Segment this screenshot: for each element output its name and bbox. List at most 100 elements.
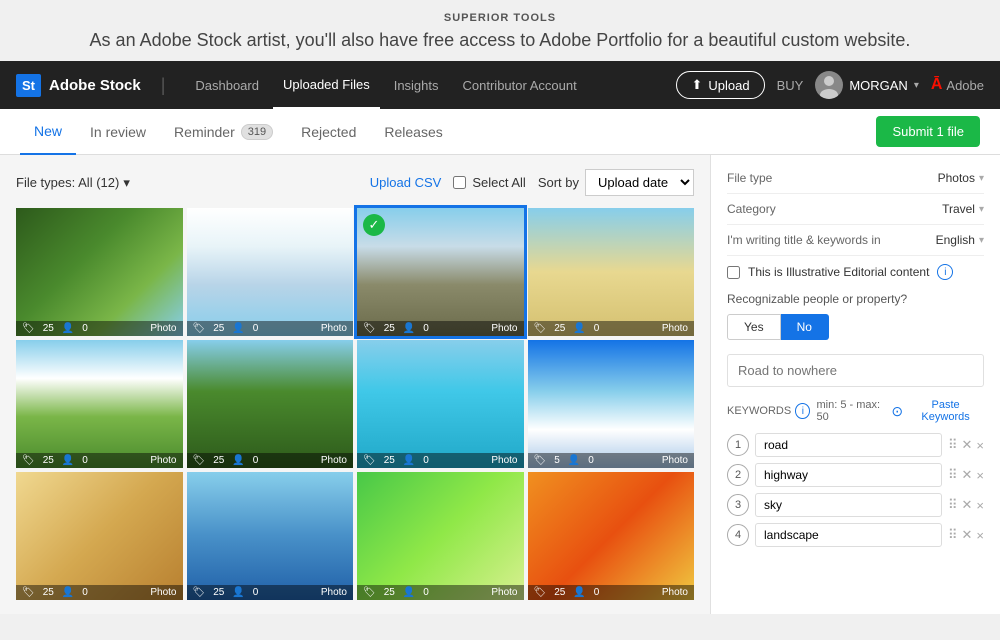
user-area[interactable]: MORGAN ▾ <box>815 71 919 99</box>
keyword-number: 3 <box>727 494 749 516</box>
image-cell[interactable]: 🏷 25 👤 0 Photo <box>187 340 354 468</box>
tag-icon: 🏷 <box>193 587 206 598</box>
title-input[interactable] <box>727 354 984 387</box>
delete-icon[interactable]: × <box>976 498 984 513</box>
paste-icon: ⊙ <box>891 403 903 420</box>
header: St Adobe Stock | Dashboard Uploaded File… <box>0 61 1000 109</box>
left-panel: File types: All (12) ▾ Upload CSV Select… <box>0 155 710 614</box>
tag-icon: 🏷 <box>363 587 376 598</box>
tab-releases[interactable]: Releases <box>370 109 456 155</box>
keyword-actions: ⠿ ✕ × <box>948 497 984 513</box>
upload-csv-link[interactable]: Upload CSV <box>370 175 442 190</box>
file-type-label: File type <box>727 171 772 185</box>
edit-icon[interactable]: ✕ <box>962 527 973 543</box>
people-icon: 👤 <box>232 587 244 598</box>
language-value[interactable]: English ▾ <box>936 233 984 247</box>
people-icon: 👤 <box>62 587 74 598</box>
edit-icon[interactable]: ✕ <box>962 437 973 453</box>
select-all-checkbox[interactable] <box>453 176 466 189</box>
sort-area: Sort by Upload date <box>538 169 694 196</box>
keyword-input-3[interactable] <box>755 493 942 517</box>
image-cell[interactable]: 🏷 25 👤 0 Photo <box>16 340 183 468</box>
tab-rejected[interactable]: Rejected <box>287 109 370 155</box>
tab-reminder[interactable]: Reminder 319 <box>160 109 287 155</box>
buy-link[interactable]: BUY <box>777 78 804 93</box>
image-cell[interactable]: 🏷 25 👤 0 Photo <box>357 340 524 468</box>
language-row: I'm writing title & keywords in English … <box>727 233 984 256</box>
keyword-input-2[interactable] <box>755 463 942 487</box>
image-label: 🏷 25 👤 0 Photo <box>16 585 183 600</box>
delete-icon[interactable]: × <box>976 438 984 453</box>
keyword-number: 2 <box>727 464 749 486</box>
file-type-row: File type Photos ▾ <box>727 171 984 194</box>
image-cell[interactable]: 🏷 5 👤 0 Photo <box>528 340 695 468</box>
keywords-info-icon[interactable]: i <box>795 403 810 419</box>
move-icon[interactable]: ⠿ <box>948 497 958 513</box>
image-cell[interactable]: 🏷 25 👤 0 Photo <box>528 208 695 336</box>
image-label: 🏷 25 👤 0 Photo <box>16 321 183 336</box>
keyword-number: 1 <box>727 434 749 456</box>
file-type-value[interactable]: Photos ▾ <box>938 171 984 185</box>
chevron-down-icon: ▾ <box>123 175 130 191</box>
tag-icon: 🏷 <box>534 587 547 598</box>
image-cell[interactable]: 🏷 25 👤 0 Photo <box>16 208 183 336</box>
image-cell[interactable]: 🏷 25 👤 0 Photo <box>187 472 354 600</box>
image-label: 🏷 25 👤 0 Photo <box>187 585 354 600</box>
image-label: 🏷 25 👤 0 Photo <box>357 585 524 600</box>
site-title: SUPERIOR TOOLS <box>20 12 980 24</box>
edit-icon[interactable]: ✕ <box>962 497 973 513</box>
info-icon[interactable]: i <box>937 264 953 280</box>
image-grid: 🏷 25 👤 0 Photo 🏷 25 👤 0 Photo ✓ <box>16 208 694 600</box>
chevron-down-icon: ▾ <box>914 80 919 91</box>
keywords-hint: min: 5 - max: 50 <box>816 399 891 423</box>
image-label: 🏷 25 👤 0 Photo <box>528 585 695 600</box>
illustrative-checkbox[interactable] <box>727 266 740 279</box>
category-row: Category Travel ▾ <box>727 202 984 225</box>
move-icon[interactable]: ⠿ <box>948 437 958 453</box>
tag-icon: 🏷 <box>22 455 35 466</box>
nav-dashboard[interactable]: Dashboard <box>185 61 269 109</box>
keyword-input-4[interactable] <box>755 523 942 547</box>
delete-icon[interactable]: × <box>976 528 984 543</box>
image-label: 🏷 25 👤 0 Photo <box>528 321 695 336</box>
nav-contributor-account[interactable]: Contributor Account <box>453 61 587 109</box>
select-all-area: Select All <box>453 175 525 190</box>
tagline: As an Adobe Stock artist, you'll also ha… <box>20 30 980 51</box>
tab-in-review[interactable]: In review <box>76 109 160 155</box>
submit-button[interactable]: Submit 1 file <box>876 116 980 147</box>
keyword-row-3: 3 ⠿ ✕ × <box>727 493 984 517</box>
image-label: 🏷 25 👤 0 Photo <box>357 321 524 336</box>
right-panel: File type Photos ▾ Category Travel ▾ I'm… <box>710 155 1000 614</box>
sort-select[interactable]: Upload date <box>585 169 694 196</box>
yes-button[interactable]: Yes <box>727 314 781 340</box>
tag-icon: 🏷 <box>534 455 547 466</box>
image-cell[interactable]: 🏷 25 👤 0 Photo <box>528 472 695 600</box>
move-icon[interactable]: ⠿ <box>948 467 958 483</box>
chevron-down-icon: ▾ <box>979 235 984 246</box>
keyword-actions: ⠿ ✕ × <box>948 437 984 453</box>
paste-keywords-button[interactable]: ⊙ Paste Keywords <box>891 399 984 423</box>
upload-button[interactable]: ⬆ Upload <box>676 71 764 99</box>
nav-uploaded-files[interactable]: Uploaded Files <box>273 61 380 109</box>
edit-icon[interactable]: ✕ <box>962 467 973 483</box>
top-banner: SUPERIOR TOOLS As an Adobe Stock artist,… <box>0 0 1000 61</box>
image-label: 🏷 25 👤 0 Photo <box>16 453 183 468</box>
tag-icon: 🏷 <box>363 455 376 466</box>
keyword-input-1[interactable] <box>755 433 942 457</box>
tab-new[interactable]: New <box>20 109 76 155</box>
category-value[interactable]: Travel ▾ <box>942 202 984 216</box>
file-types-filter[interactable]: File types: All (12) ▾ <box>16 175 130 191</box>
nav-insights[interactable]: Insights <box>384 61 449 109</box>
image-cell[interactable]: 🏷 25 👤 0 Photo <box>16 472 183 600</box>
delete-icon[interactable]: × <box>976 468 984 483</box>
tag-icon: 🏷 <box>534 323 547 334</box>
no-button[interactable]: No <box>781 314 829 340</box>
content-area: File types: All (12) ▾ Upload CSV Select… <box>0 155 1000 614</box>
image-cell[interactable]: 🏷 25 👤 0 Photo <box>187 208 354 336</box>
image-cell-selected[interactable]: ✓ 🏷 25 👤 0 Photo <box>357 208 524 336</box>
yes-no-row: Yes No <box>727 314 984 340</box>
people-icon: 👤 <box>62 455 74 466</box>
header-divider: | <box>161 75 166 96</box>
move-icon[interactable]: ⠿ <box>948 527 958 543</box>
image-cell[interactable]: 🏷 25 👤 0 Photo <box>357 472 524 600</box>
